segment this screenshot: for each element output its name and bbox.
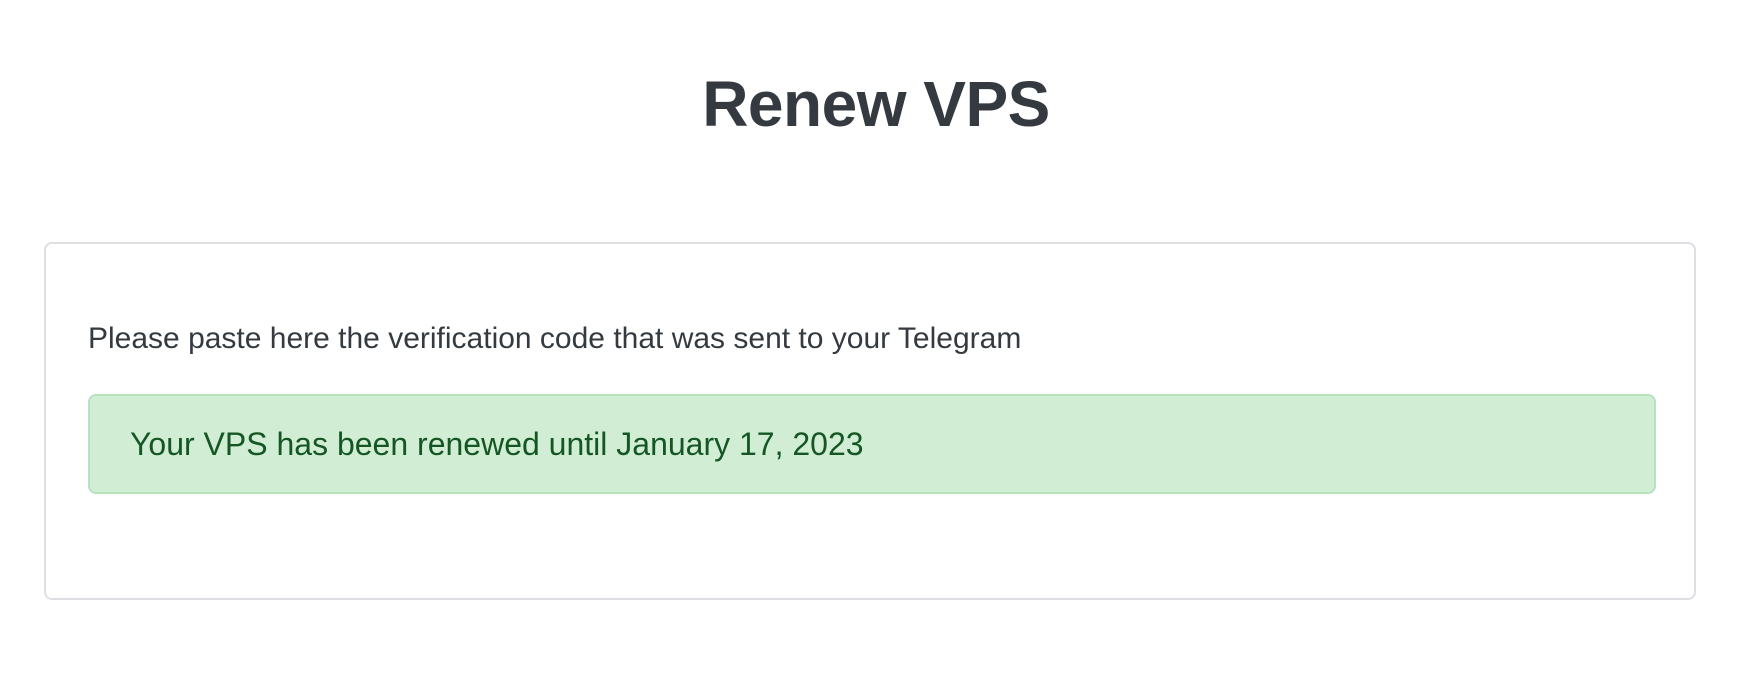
page-title: Renew VPS	[702, 68, 1050, 140]
verification-instructions: Please paste here the verification code …	[88, 322, 1022, 355]
success-alert: Your VPS has been renewed until January …	[88, 394, 1656, 494]
renew-card: Please paste here the verification code …	[44, 242, 1696, 600]
success-alert-message: Your VPS has been renewed until January …	[130, 426, 864, 462]
